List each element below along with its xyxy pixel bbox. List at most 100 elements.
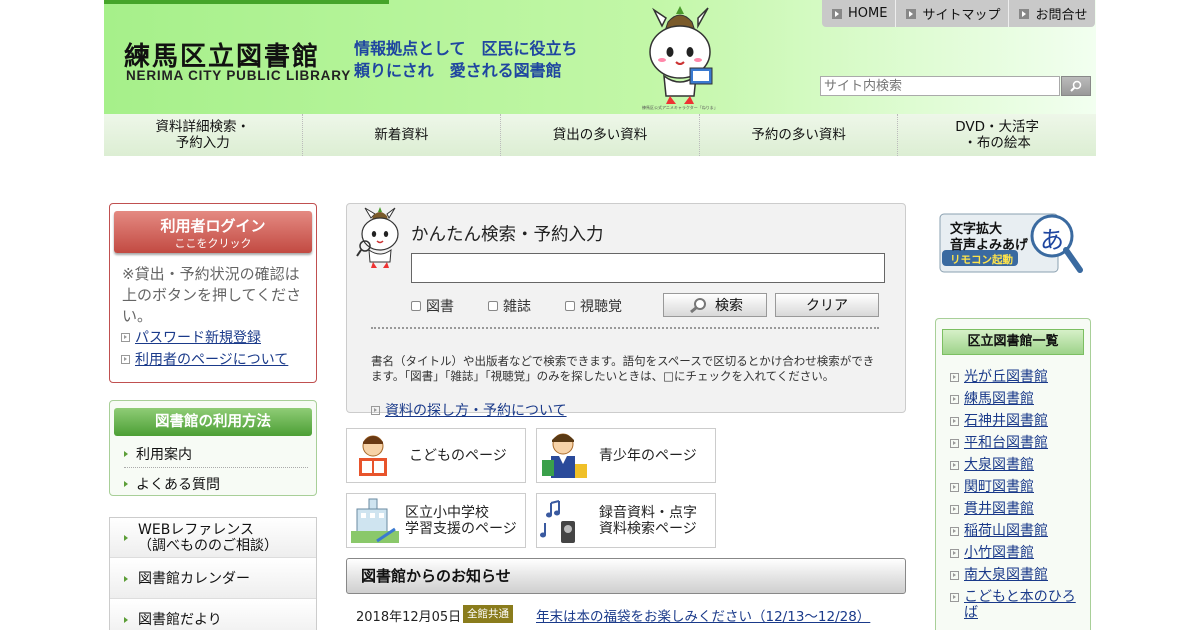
branch-link[interactable]: 平和台図書館: [950, 435, 1082, 451]
branch-name: 小竹図書館: [964, 545, 1034, 561]
nav-label: 予約の多い資料: [751, 127, 846, 143]
branch-link[interactable]: こどもと本のひろば: [950, 589, 1082, 621]
user-page-link[interactable]: 利用者のページについて: [121, 349, 288, 369]
faq-link[interactable]: よくある質問: [124, 474, 220, 494]
main-nav: 資料詳細検索・ 予約入力 新着資料 貸出の多い資料 予約の多い資料 DVD・大活…: [104, 114, 1096, 156]
nav-label: DVD・大活字 ・布の絵本: [955, 119, 1040, 151]
side-menu: WEBレファレンス （調べもののご相談） 図書館カレンダー 図書館だより: [109, 517, 317, 630]
sitemap-link[interactable]: サイトマップ: [896, 0, 1010, 27]
teens-page-tile[interactable]: 青少年のページ: [536, 428, 716, 483]
arrow-icon: [124, 481, 128, 487]
home-link-label: HOME: [848, 6, 888, 21]
branch-link[interactable]: 大泉図書館: [950, 457, 1082, 473]
site-search-input[interactable]: [820, 76, 1060, 96]
home-link[interactable]: HOME: [822, 0, 897, 27]
checkbox-books[interactable]: 図書: [411, 296, 454, 316]
user-page-label: 利用者のページについて: [135, 352, 289, 368]
branch-link[interactable]: 貫井図書館: [950, 501, 1082, 517]
logo-english[interactable]: NERIMA CITY PUBLIC LIBRARY: [126, 68, 351, 83]
side-menu-calendar[interactable]: 図書館カレンダー: [110, 559, 316, 599]
branch-list-panel: 区立図書館一覧 光が丘図書館 練馬図書館 石神井図書館 平和台図書館 大泉図書館…: [935, 318, 1091, 630]
branch-name: 関町図書館: [964, 479, 1034, 495]
branch-link[interactable]: 稲荷山図書館: [950, 523, 1082, 539]
guide-link-label: 利用案内: [136, 447, 192, 463]
nav-new-items[interactable]: 新着資料: [302, 114, 502, 156]
side-menu-label: 図書館カレンダー: [138, 570, 250, 587]
nav-most-reserved[interactable]: 予約の多い資料: [699, 114, 899, 156]
bullet-icon: [950, 527, 959, 536]
checkbox-av[interactable]: 視聴覚: [565, 296, 622, 316]
bullet-icon: [950, 395, 959, 404]
bullet-icon: [950, 593, 959, 602]
branch-name: 平和台図書館: [964, 435, 1048, 451]
slogan: 情報拠点として 区民に役立ち 頼りにされ 愛される図書館: [354, 38, 578, 82]
login-note: ※貸出・予約状況の確認は上のボタンを押してください。: [122, 265, 302, 325]
login-button[interactable]: 利用者ログイン ここをクリック: [114, 211, 312, 253]
audio-braille-tile[interactable]: 録音資料・点字 資料検索ページ: [536, 493, 716, 548]
branch-link[interactable]: 練馬図書館: [950, 391, 1082, 407]
student-icon: [542, 433, 587, 478]
login-button-title: 利用者ログイン: [160, 217, 266, 235]
magnifier-icon: [690, 298, 706, 313]
branch-link[interactable]: 南大泉図書館: [950, 567, 1082, 583]
mascot-caption: 練馬区公式アニメキャラクター「ねりま」: [642, 105, 718, 110]
bullet-icon: [371, 405, 380, 415]
notice-header: 図書館からのお知らせ: [346, 558, 906, 594]
search-howto-link[interactable]: 資料の探し方・予約について: [371, 400, 567, 420]
clear-button[interactable]: クリア: [775, 293, 879, 317]
accessibility-remote-button[interactable]: 文字拡大 音声よみあげ リモコン起動 あ: [938, 212, 1086, 276]
bullet-icon: [950, 439, 959, 448]
quick-search-panel: かんたん検索・予約入力 図書 雑誌 視聴覚 検索 クリア 書名（タイトル）や出版…: [346, 203, 906, 419]
bullet-icon: [950, 505, 959, 514]
search-button-label: 検索: [715, 298, 743, 314]
nav-label: 貸出の多い資料: [552, 127, 648, 143]
bullet-icon: [950, 483, 959, 492]
branch-link[interactable]: 小竹図書館: [950, 545, 1082, 561]
branch-name: 光が丘図書館: [964, 369, 1048, 385]
notice-link[interactable]: 年末は本の福袋をお楽しみください（12/13～12/28）: [536, 605, 870, 625]
quick-search-input[interactable]: [411, 253, 885, 283]
search-button[interactable]: 検索: [663, 293, 767, 317]
nav-detailed-search[interactable]: 資料詳細検索・ 予約入力: [104, 114, 303, 156]
remote-glyph: あ: [1040, 226, 1064, 254]
side-menu-web-reference[interactable]: WEBレファレンス （調べもののご相談）: [110, 518, 316, 558]
slogan-line-1: 情報拠点として 区民に役立ち: [354, 39, 578, 58]
arrow-icon: [124, 534, 128, 541]
divider: [371, 327, 879, 329]
magnifier-icon: [1070, 80, 1082, 92]
checkbox-box[interactable]: [411, 301, 421, 311]
nav-most-borrowed[interactable]: 貸出の多い資料: [501, 114, 700, 156]
branch-name: こどもと本のひろば: [964, 589, 1076, 621]
checkbox-av-label: 視聴覚: [580, 299, 622, 315]
contact-link[interactable]: お問合せ: [1009, 0, 1096, 27]
bullet-icon: [121, 354, 130, 364]
usage-title: 図書館の利用方法: [114, 408, 312, 436]
branch-link[interactable]: 関町図書館: [950, 479, 1082, 495]
kids-page-tile[interactable]: こどものページ: [346, 428, 526, 483]
checkbox-box[interactable]: [488, 301, 498, 311]
arrow-icon: [124, 451, 128, 457]
clear-button-label: クリア: [806, 298, 848, 314]
guide-link[interactable]: 利用案内: [124, 444, 192, 464]
site-search-button[interactable]: [1061, 76, 1091, 96]
password-register-link[interactable]: パスワード新規登録: [121, 327, 261, 347]
branch-name: 石神井図書館: [964, 413, 1048, 429]
checkbox-magazines[interactable]: 雑誌: [488, 296, 531, 316]
mascot-small-icon: [356, 207, 399, 268]
nav-dvd-large-print[interactable]: DVD・大活字 ・布の絵本: [898, 114, 1096, 156]
quick-search-title: かんたん検索・予約入力: [411, 225, 604, 245]
branch-name: 貫井図書館: [964, 501, 1034, 517]
bullet-icon: [950, 373, 959, 382]
side-menu-newsletter[interactable]: 図書館だより: [110, 600, 316, 630]
faq-link-label: よくある質問: [136, 477, 220, 493]
bullet-icon: [950, 417, 959, 426]
notice-date: 2018年12月05日: [356, 610, 462, 625]
branch-name: 稲荷山図書館: [964, 523, 1048, 539]
branch-link[interactable]: 石神井図書館: [950, 413, 1082, 429]
checkbox-box[interactable]: [565, 301, 575, 311]
branch-link[interactable]: 光が丘図書館: [950, 369, 1082, 385]
school-support-tile[interactable]: 区立小中学校 学習支援のページ: [346, 493, 526, 548]
sitemap-link-label: サイトマップ: [922, 8, 1001, 23]
password-register-label: パスワード新規登録: [135, 330, 261, 346]
remote-line-2: 音声よみあげ: [950, 238, 1029, 253]
